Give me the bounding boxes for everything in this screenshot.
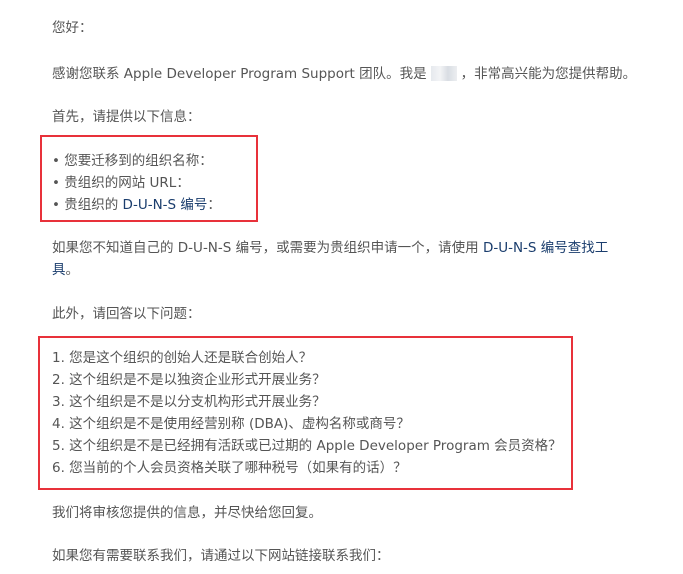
duns-lookup-tool-link[interactable]: D-U-N-S 编号查找工 xyxy=(483,240,608,256)
duns-note: 如果您不知道自己的 D-U-N-S 编号，或需要为贵组织申请一个，请使用 D-U… xyxy=(52,238,608,258)
duns-note-text: 如果您不知道自己的 D-U-N-S 编号，或需要为贵组织申请一个，请使用 xyxy=(52,240,483,256)
highlight-box-info-list xyxy=(40,135,258,222)
questions-intro: 此外，请回答以下问题： xyxy=(52,306,201,322)
duns-note-end: 。 xyxy=(65,262,80,278)
intro-paragraph: 感谢您联系 Apple Developer Program Support 团队… xyxy=(52,64,636,84)
review-note: 我们将审核您提供的信息，并尽快给您回复。 xyxy=(52,505,322,521)
intro-text: 感谢您联系 Apple Developer Program Support 团队… xyxy=(52,66,427,82)
intro-text-end: ，非常高兴能为您提供帮助。 xyxy=(460,66,637,82)
redacted-agent-name xyxy=(430,66,457,81)
highlight-box-questions xyxy=(38,336,573,490)
duns-note-continued: 具。 xyxy=(52,260,79,280)
greeting: 您好： xyxy=(52,20,93,36)
duns-lookup-tool-link-cont[interactable]: 具 xyxy=(52,262,66,278)
first-request: 首先，请提供以下信息： xyxy=(52,109,201,125)
contact-note: 如果您有需要联系我们，请通过以下网站链接联系我们： xyxy=(52,548,390,564)
